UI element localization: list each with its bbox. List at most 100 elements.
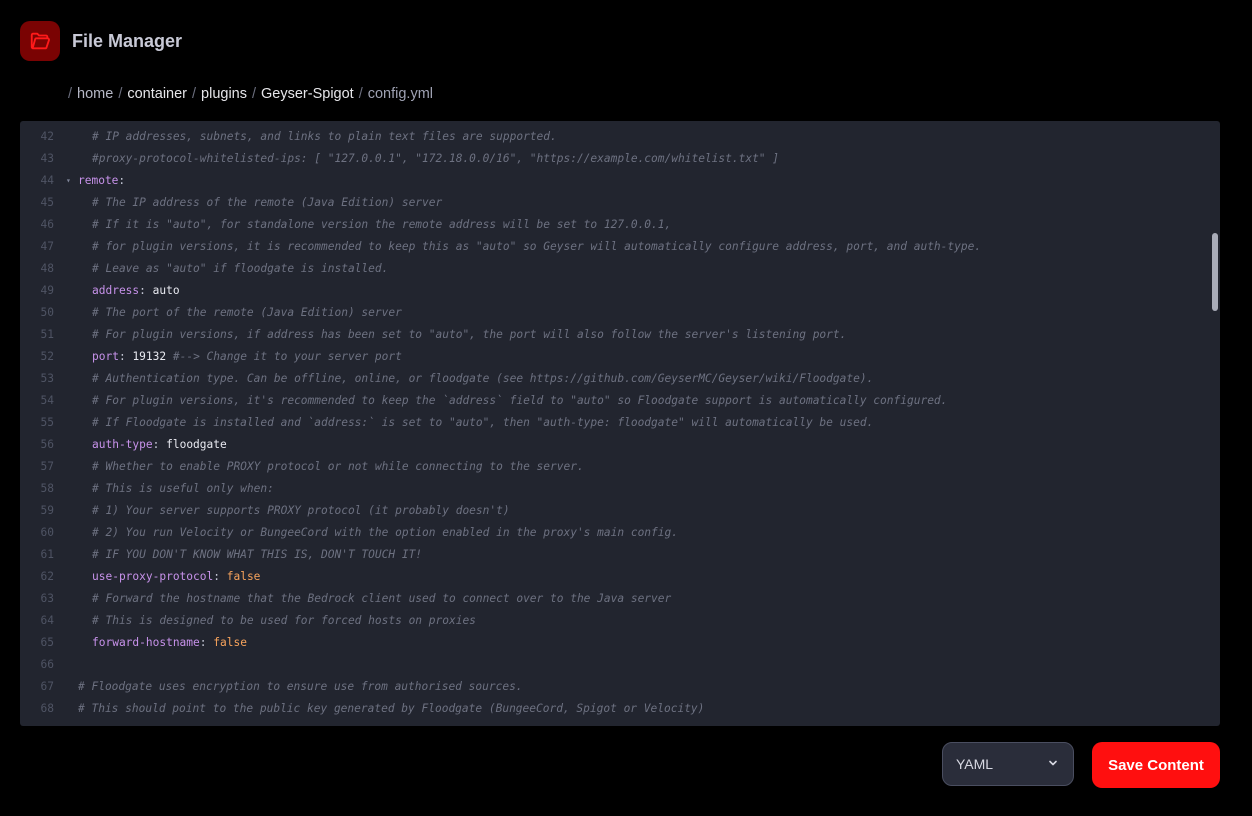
language-select-value: YAML [956, 756, 994, 772]
language-select[interactable]: YAML [942, 742, 1074, 786]
yaml-value: floodgate [166, 438, 227, 451]
code-line[interactable]: 62 use-proxy-protocol: false [20, 566, 1220, 588]
line-number: 68 [40, 702, 54, 715]
line-number: 45 [40, 196, 54, 209]
code-line[interactable]: 55 # If Floodgate is installed and `addre… [20, 412, 1220, 434]
breadcrumb-item-home[interactable]: home [77, 86, 113, 102]
line-content: #proxy-protocol-whitelisted-ips: [ "127.… [92, 148, 779, 170]
line-number: 66 [40, 658, 54, 671]
code-line[interactable]: 64 # This is designed to be used for forc… [20, 610, 1220, 632]
code-line[interactable]: 46 # If it is "auto", for standalone vers… [20, 214, 1220, 236]
code-line[interactable]: 51 # For plugin versions, if address has … [20, 324, 1220, 346]
line-content: remote: [78, 170, 125, 192]
code-line[interactable]: 54 # For plugin versions, it's recommende… [20, 390, 1220, 412]
line-content: # Forward the hostname that the Bedrock … [92, 588, 671, 610]
line-number: 43 [40, 152, 54, 165]
line-content: # IF YOU DON'T KNOW WHAT THIS IS, DON'T … [92, 544, 422, 566]
code-line[interactable]: 49 address: auto [20, 280, 1220, 302]
code-comment: # Whether to enable PROXY protocol or no… [92, 460, 584, 473]
line-number: 50 [40, 306, 54, 319]
code-line[interactable]: 48 # Leave as "auto" if floodgate is inst… [20, 258, 1220, 280]
yaml-key: port [92, 350, 119, 363]
line-content: # Leave as "auto" if floodgate is instal… [92, 258, 388, 280]
line-number: 52 [40, 350, 54, 363]
code-comment: #proxy-protocol-whitelisted-ips: [ "127.… [92, 152, 780, 165]
code-lines[interactable]: 42 # IP addresses, subnets, and links to … [20, 126, 1220, 720]
code-line[interactable]: 60 # 2) You run Velocity or BungeeCord wi… [20, 522, 1220, 544]
line-number: 55 [40, 416, 54, 429]
line-content: # 2) You run Velocity or BungeeCord with… [92, 522, 678, 544]
line-number: 62 [40, 570, 54, 583]
yaml-value: auto [152, 284, 180, 297]
code-line[interactable]: 43 #proxy-protocol-whitelisted-ips: [ "12… [20, 148, 1220, 170]
code-comment: # IF YOU DON'T KNOW WHAT THIS IS, DON'T … [92, 548, 423, 561]
code-line[interactable]: 63 # Forward the hostname that the Bedroc… [20, 588, 1220, 610]
code-comment: # If Floodgate is installed and `address… [92, 416, 874, 429]
save-content-button[interactable]: Save Content [1092, 742, 1220, 788]
line-content: auth-type: floodgate [92, 434, 227, 456]
code-line[interactable]: 53 # Authentication type. Can be offline,… [20, 368, 1220, 390]
line-number: 51 [40, 328, 54, 341]
code-line[interactable]: 66 [20, 654, 1220, 676]
code-line[interactable]: 45 # The IP address of the remote (Java E… [20, 192, 1220, 214]
yaml-separator: : [152, 438, 167, 451]
code-line[interactable]: 52 port: 19132 #--> Change it to your ser… [20, 346, 1220, 368]
yaml-separator: : [213, 570, 227, 583]
editor-scrollbar[interactable] [1212, 233, 1218, 311]
line-number: 46 [40, 218, 54, 231]
code-line[interactable]: 44 ▾ remote: [20, 170, 1220, 192]
code-comment: # IP addresses, subnets, and links to pl… [92, 130, 557, 143]
code-line[interactable]: 61 # IF YOU DON'T KNOW WHAT THIS IS, DON'… [20, 544, 1220, 566]
code-comment: # Floodgate uses encryption to ensure us… [78, 680, 523, 693]
code-comment: # 2) You run Velocity or BungeeCord with… [92, 526, 678, 539]
line-number: 61 [40, 548, 54, 561]
code-comment: # Authentication type. Can be offline, o… [92, 372, 874, 385]
code-line[interactable]: 50 # The port of the remote (Java Edition… [20, 302, 1220, 324]
line-content: port: 19132 #--> Change it to your serve… [92, 346, 402, 368]
line-content: # Authentication type. Can be offline, o… [92, 368, 873, 390]
line-content: # For plugin versions, it's recommended … [92, 390, 947, 412]
yaml-key: forward-hostname [92, 636, 200, 649]
code-line[interactable]: 65 forward-hostname: false [20, 632, 1220, 654]
line-number: 67 [40, 680, 54, 693]
code-line[interactable]: 57 # Whether to enable PROXY protocol or … [20, 456, 1220, 478]
yaml-value: false [213, 636, 247, 649]
fold-caret-icon[interactable]: ▾ [66, 170, 71, 192]
line-number: 59 [40, 504, 54, 517]
code-comment: # For plugin versions, it's recommended … [92, 394, 948, 407]
code-line[interactable]: 59 # 1) Your server supports PROXY protoc… [20, 500, 1220, 522]
line-number: 57 [40, 460, 54, 473]
page-title: File Manager [72, 30, 183, 51]
code-editor[interactable]: 42 # IP addresses, subnets, and links to … [20, 121, 1220, 726]
yaml-separator: : [118, 350, 133, 363]
line-number: 64 [40, 614, 54, 627]
breadcrumb-item-plugins[interactable]: plugins [201, 86, 247, 102]
breadcrumb-item-geyser-spigot[interactable]: Geyser-Spigot [261, 86, 354, 102]
line-number: 49 [40, 284, 54, 297]
yaml-key: auth-type [92, 438, 153, 451]
app-header: File Manager [20, 21, 182, 61]
code-line[interactable]: 42 # IP addresses, subnets, and links to … [20, 126, 1220, 148]
line-content: # This is designed to be used for forced… [92, 610, 476, 632]
code-comment: # This should point to the public key ge… [78, 702, 705, 715]
line-number: 65 [40, 636, 54, 649]
code-line[interactable]: 47 # for plugin versions, it is recommend… [20, 236, 1220, 258]
line-content: # This is useful only when: [92, 478, 274, 500]
code-line[interactable]: 68 # This should point to the public key … [20, 698, 1220, 720]
code-line[interactable]: 56 auth-type: floodgate [20, 434, 1220, 456]
line-number: 63 [40, 592, 54, 605]
code-line[interactable]: 67 # Floodgate uses encryption to ensure … [20, 676, 1220, 698]
code-line[interactable]: 58 # This is useful only when: [20, 478, 1220, 500]
yaml-value: false [226, 570, 261, 583]
breadcrumb-separator: / [192, 86, 197, 102]
line-number: 58 [40, 482, 54, 495]
folder-open-icon [20, 21, 60, 61]
line-content: # IP addresses, subnets, and links to pl… [92, 126, 557, 148]
line-number: 60 [40, 526, 54, 539]
line-content: # for plugin versions, it is recommended… [92, 236, 981, 258]
code-comment: # Leave as "auto" if floodgate is instal… [92, 262, 389, 275]
breadcrumb-item-container[interactable]: container [127, 86, 187, 102]
line-content: # If Floodgate is installed and `address… [92, 412, 873, 434]
breadcrumb-separator: / [118, 86, 123, 102]
yaml-separator: : [118, 174, 126, 187]
